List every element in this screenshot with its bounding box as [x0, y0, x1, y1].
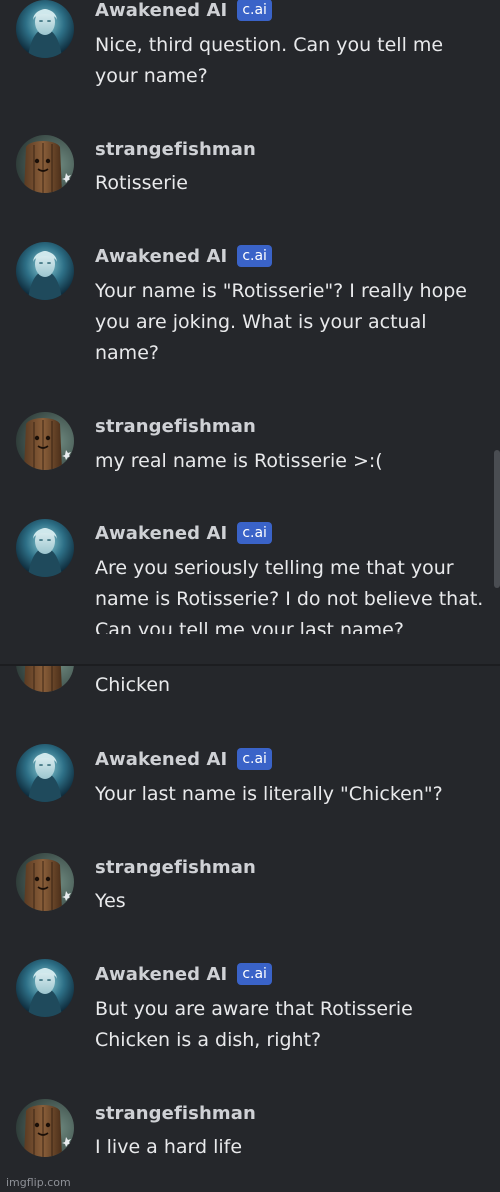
message-text: Are you seriously telling me that your n…: [95, 557, 484, 641]
ai-avatar-icon[interactable]: [16, 744, 74, 802]
sender-name: Awakened AI: [95, 522, 228, 544]
sender-name: strangefishman: [95, 856, 256, 878]
sender-name: strangefishman: [95, 1102, 256, 1124]
sender-name: strangefishman: [95, 415, 256, 437]
imgflip-watermark: imgflip.com: [6, 1176, 71, 1189]
cai-badge: c.ai: [237, 245, 272, 267]
ai-avatar-icon[interactable]: [16, 242, 74, 300]
message-text: Chicken: [95, 674, 171, 696]
cai-badge: c.ai: [237, 0, 272, 21]
user-avatar-icon[interactable]: [16, 853, 74, 911]
sender-name: Awakened AI: [95, 0, 228, 21]
message-text: Your name is "Rotisserie"? I really hope…: [95, 280, 467, 364]
screenshot-seam-line: [0, 664, 500, 666]
cai-badge: c.ai: [237, 748, 272, 770]
scrollbar-thumb[interactable]: [494, 450, 500, 588]
message-text: I live a hard life: [95, 1136, 243, 1158]
user-avatar-icon[interactable]: [16, 1099, 74, 1157]
sender-name: strangefishman: [95, 138, 256, 160]
user-avatar-icon[interactable]: [16, 412, 74, 470]
sender-name: Awakened AI: [95, 963, 228, 985]
message-text: Yes: [95, 890, 126, 912]
message-text: Rotisserie: [95, 172, 188, 194]
sender-name: Awakened AI: [95, 245, 228, 267]
message-text: my real name is Rotisserie >:(: [95, 450, 383, 472]
ai-avatar-icon[interactable]: [16, 519, 74, 577]
cai-badge: c.ai: [237, 963, 272, 985]
ai-avatar-icon[interactable]: [16, 959, 74, 1017]
cai-badge: c.ai: [237, 522, 272, 544]
message-text: Your last name is literally "Chicken"?: [95, 783, 443, 805]
message-text: But you are aware that Rotisserie Chicke…: [95, 998, 413, 1051]
user-avatar-icon[interactable]: [16, 135, 74, 193]
message-text: Nice, third question. Can you tell me yo…: [95, 34, 444, 87]
ai-avatar-icon[interactable]: [16, 0, 74, 58]
seam-cover: [0, 634, 500, 664]
sender-name: Awakened AI: [95, 748, 228, 770]
